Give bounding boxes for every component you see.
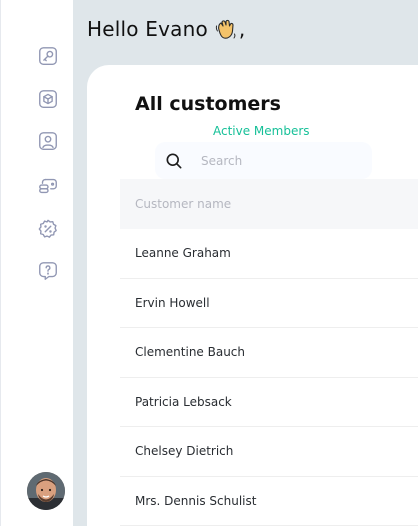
table-row[interactable]: Patricia Lebsack	[120, 378, 418, 427]
customer-name-cell: Patricia Lebsack	[135, 394, 232, 409]
search-input[interactable]	[201, 153, 361, 168]
search-box	[155, 142, 372, 179]
customers-card: All customers Active Members Customer na…	[87, 65, 418, 526]
customer-name-cell: Clementine Bauch	[135, 345, 246, 360]
customer-name-cell: Leanne Graham	[135, 246, 231, 261]
sidebar-item-product[interactable]	[36, 87, 60, 111]
avatar[interactable]	[27, 472, 65, 510]
waving-hand-icon	[215, 19, 236, 39]
user-square-icon	[39, 132, 57, 150]
customer-name-cell: Ervin Howell	[135, 295, 210, 310]
sidebar-item-key[interactable]	[36, 44, 60, 68]
table-header: Customer name	[120, 179, 418, 229]
table-row[interactable]: Mrs. Dennis Schulist	[120, 477, 418, 526]
user-avatar-icon	[27, 472, 65, 510]
table-row[interactable]: Chelsey Dietrich	[120, 427, 418, 477]
customer-name-cell: Mrs. Dennis Schulist	[135, 493, 257, 508]
cube-icon	[39, 90, 57, 108]
sidebar	[0, 0, 73, 526]
customer-name-cell: Chelsey Dietrich	[135, 444, 234, 459]
discount-badge-icon	[38, 219, 57, 238]
sidebar-item-customers[interactable]	[36, 129, 60, 153]
page-title: All customers	[135, 93, 281, 115]
active-members-link[interactable]: Active Members	[213, 124, 310, 138]
key-icon	[39, 47, 57, 65]
sidebar-item-income[interactable]	[36, 174, 60, 198]
table-row[interactable]: Leanne Graham	[120, 229, 418, 279]
sidebar-item-help[interactable]	[36, 259, 60, 283]
table-row[interactable]: Ervin Howell	[120, 279, 418, 328]
greeting-text: Hello Evano	[87, 17, 208, 41]
help-message-icon	[39, 262, 57, 280]
greeting: Hello Evano ,	[87, 17, 245, 41]
search-icon	[166, 153, 182, 168]
table-row[interactable]: Clementine Bauch	[120, 328, 418, 378]
customers-table: Customer name Leanne Graham Ervin Howell…	[120, 179, 418, 526]
sidebar-item-promote[interactable]	[36, 217, 60, 241]
greeting-suffix: ,	[238, 17, 246, 41]
wallet-icon	[39, 178, 57, 194]
column-header-customer-name[interactable]: Customer name	[135, 197, 231, 211]
